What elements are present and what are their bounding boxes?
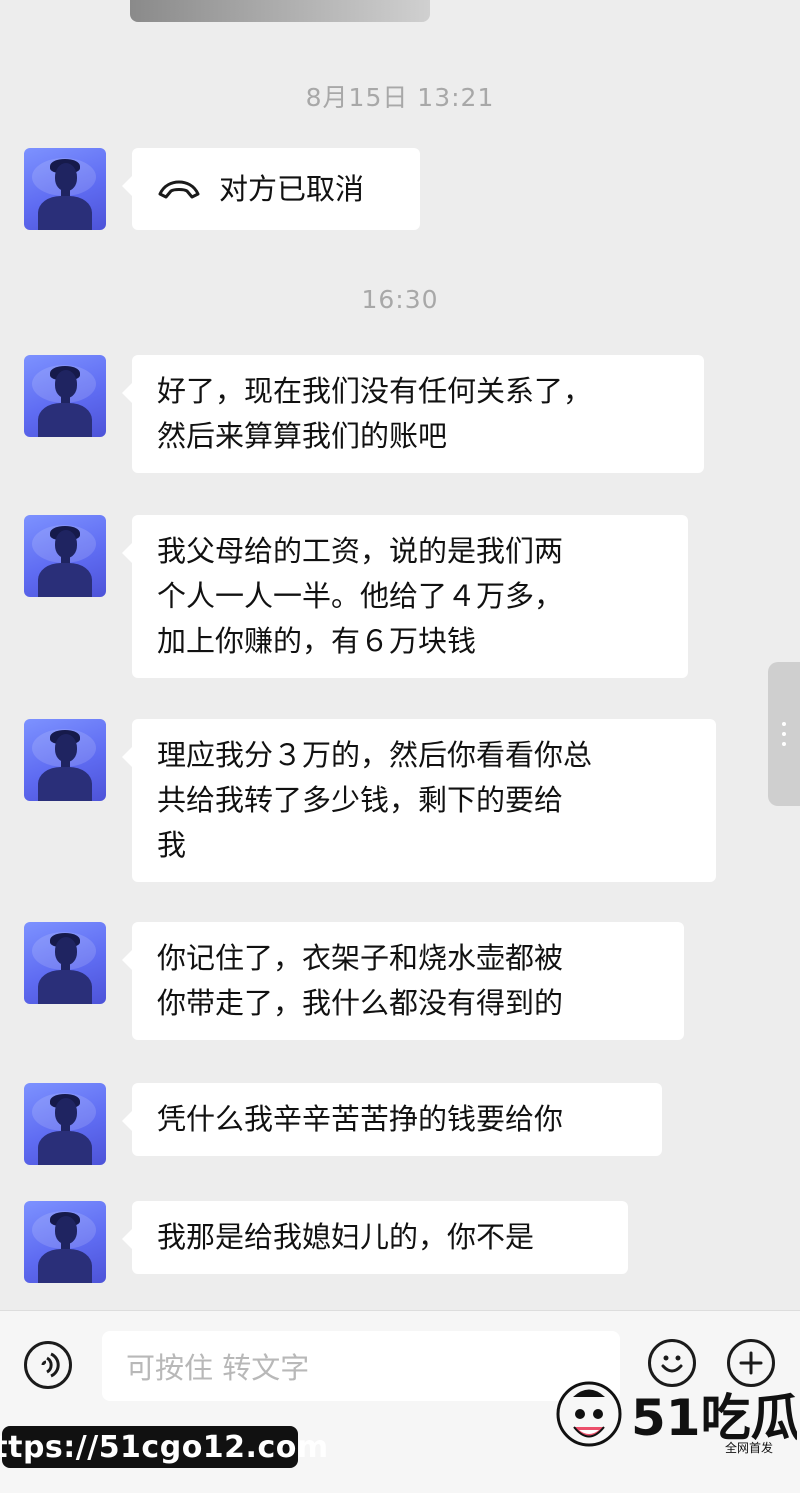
avatar[interactable] [24,922,106,1004]
avatar-body [38,970,92,1004]
message-line: 好了，现在我们没有任何关系了， [157,374,593,408]
message-line: 个人一人一半。他给了４万多， [157,579,564,613]
message-line: 理应我分３万的，然后你看看你总 [157,738,593,772]
message-bubble[interactable]: 你记住了，衣架子和烧水壶都被 你带走了，我什么都没有得到的 [122,922,684,1040]
avatar-head [55,734,77,762]
message-line: 共给我转了多少钱，剩下的要给 [157,783,564,817]
avatar-body [38,1249,92,1283]
message-line: 你记住了，衣架子和烧水壶都被 [157,941,564,975]
avatar-body [38,196,92,230]
avatar[interactable] [24,1201,106,1283]
call-status-text: 对方已取消 [219,171,365,206]
avatar[interactable] [24,1083,106,1165]
avatar-body [38,563,92,597]
message-line: 凭什么我辛辛苦苦挣的钱要给你 [157,1102,564,1136]
avatar-head [55,530,77,558]
message-line: 然后来算算我们的账吧 [157,419,448,453]
message-line: 我 [157,828,187,862]
emoji-button[interactable] [648,1339,696,1387]
side-drawer-handle[interactable] [768,662,800,806]
message-bubble[interactable]: 理应我分３万的，然后你看看你总 共给我转了多少钱，剩下的要给 我 [122,719,716,882]
message-bubble[interactable]: 凭什么我辛辛苦苦挣的钱要给你 [122,1083,662,1156]
avatar-head [55,937,77,965]
phone-hangup-icon [158,180,200,199]
call-bubble[interactable]: 对方已取消 [122,148,420,230]
avatar[interactable] [24,148,106,230]
message-input[interactable]: 可按住 转文字 [102,1331,620,1401]
message-line: 你带走了，我什么都没有得到的 [157,986,564,1020]
avatar-head [55,1216,77,1244]
avatar-head [55,163,77,191]
plus-icon [739,1351,763,1375]
avatar-head [55,1098,77,1126]
message-line: 我父母给的工资，说的是我们两 [157,534,564,568]
more-dots-icon [781,722,787,746]
message-bubble[interactable]: 我父母给的工资，说的是我们两 个人一人一半。他给了４万多， 加上你赚的，有６万块… [122,515,688,678]
timestamp-2: 16:30 [361,285,439,314]
voice-button[interactable] [24,1341,72,1389]
watermark-url: https://51cgo12.com [0,1426,328,1468]
avatar-body [38,403,92,437]
message-bubble[interactable]: 好了，现在我们没有任何关系了， 然后来算算我们的账吧 [122,355,704,473]
plus-button[interactable] [727,1339,775,1387]
message-bubble[interactable]: 我那是给我媳妇儿的，你不是 [122,1201,628,1274]
avatar-head [55,370,77,398]
avatar-body [38,767,92,801]
voice-icon [41,1352,60,1378]
emoji-icon [661,1355,683,1373]
timestamp-1: 8月15日 13:21 [305,83,495,112]
chat-history[interactable]: 8月15日 13:21 对方已取消 16:30 好了，现在我们没有任何关系了， [0,0,800,1310]
message-input-placeholder: 可按住 转文字 [126,1351,310,1385]
message-line: 我那是给我媳妇儿的，你不是 [157,1220,535,1254]
avatar-body [38,1131,92,1165]
avatar[interactable] [24,719,106,801]
avatar[interactable] [24,515,106,597]
message-line: 加上你赚的，有６万块钱 [157,624,477,658]
avatar[interactable] [24,355,106,437]
